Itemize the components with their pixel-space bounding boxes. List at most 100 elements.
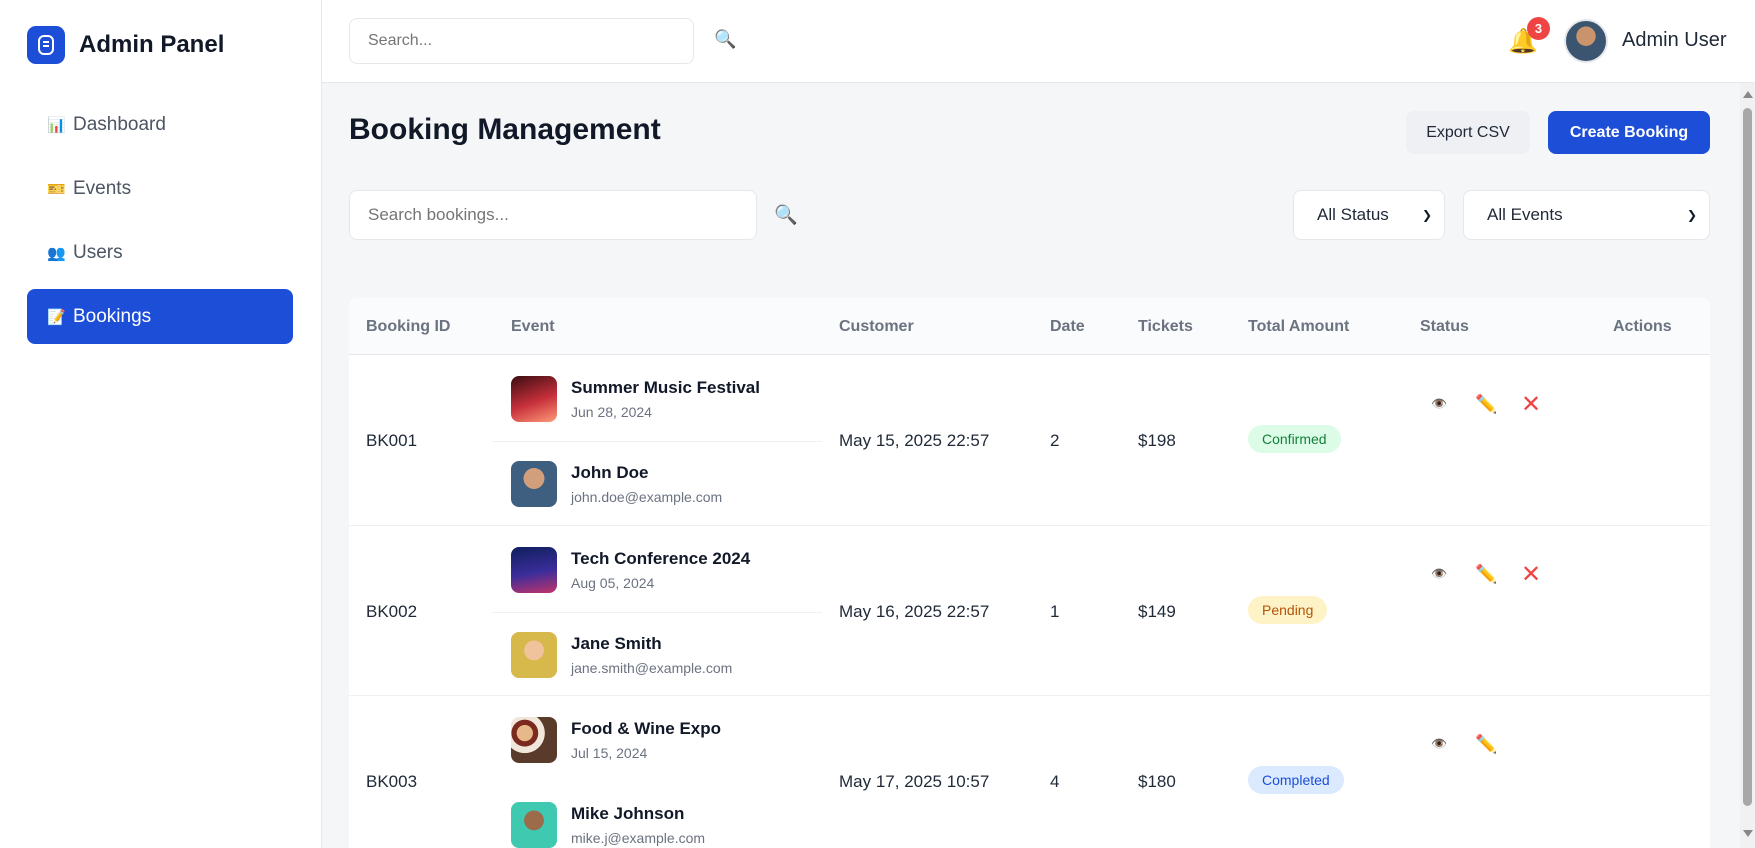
booking-date: May 15, 2025 22:57 — [839, 431, 990, 450]
sidebar-item-label: Dashboard — [73, 113, 166, 135]
ticket-count: 4 — [1050, 772, 1060, 791]
col-event[interactable]: Event — [511, 318, 555, 336]
scroll-up-arrow-icon[interactable] — [1743, 91, 1753, 98]
avatar[interactable] — [1564, 19, 1608, 63]
bar-chart-icon: 📊 — [47, 116, 66, 134]
divider — [492, 612, 822, 613]
notification-badge: 3 — [1527, 17, 1550, 40]
sidebar-item-users[interactable]: 👥 Users — [27, 225, 293, 280]
customer-name: Mike Johnson — [571, 804, 685, 823]
total-amount: $198 — [1138, 431, 1176, 450]
status-filter-select[interactable]: All Status ❯ — [1293, 190, 1445, 240]
scrollbar-thumb[interactable] — [1743, 108, 1752, 806]
ticket-count: 1 — [1050, 602, 1060, 621]
avatar — [511, 802, 557, 848]
sidebar: Admin Panel 📊 Dashboard 🎫 Events 👥 Users… — [0, 0, 322, 848]
eye-icon[interactable]: 👁️ — [1431, 396, 1447, 412]
customer-name: Jane Smith — [571, 634, 662, 653]
table-row[interactable]: BK002 Tech Conference 2024 Aug 05, 2024 … — [349, 526, 1710, 696]
chevron-down-icon: ❯ — [1686, 208, 1697, 222]
customer-info: John Doe john.doe@example.com — [511, 461, 722, 507]
topbar: 🔍 🔔 3 Admin User — [322, 0, 1755, 83]
pencil-icon[interactable]: ✏️ — [1475, 564, 1497, 585]
create-booking-button[interactable]: Create Booking — [1548, 111, 1710, 154]
export-csv-button[interactable]: Export CSV — [1406, 111, 1530, 154]
event-filter-value: All Events — [1487, 205, 1563, 224]
user-name[interactable]: Admin User — [1622, 29, 1726, 52]
global-search-input[interactable] — [349, 18, 694, 64]
col-date[interactable]: Date — [1050, 318, 1085, 336]
brand[interactable]: Admin Panel — [27, 26, 224, 64]
event-date: Jun 28, 2024 — [571, 404, 652, 420]
users-icon: 👥 — [47, 244, 66, 262]
search-icon[interactable]: 🔍 — [774, 203, 798, 227]
booking-date: May 17, 2025 10:57 — [839, 772, 990, 791]
customer-info: Mike Johnson mike.j@example.com — [511, 802, 705, 848]
customer-name: John Doe — [571, 463, 649, 482]
sidebar-nav: 📊 Dashboard 🎫 Events 👥 Users 📝 Bookings — [27, 97, 293, 353]
pencil-icon[interactable]: ✏️ — [1475, 394, 1497, 415]
sidebar-item-bookings[interactable]: 📝 Bookings — [27, 289, 293, 344]
document-icon: 📝 — [47, 308, 66, 326]
scrollbar[interactable] — [1740, 83, 1755, 848]
avatar — [511, 632, 557, 678]
sidebar-item-dashboard[interactable]: 📊 Dashboard — [27, 97, 293, 152]
status-badge: Completed — [1248, 766, 1344, 794]
ticket-icon: 🎫 — [47, 180, 66, 198]
event-name: Tech Conference 2024 — [571, 549, 751, 568]
event-date: Aug 05, 2024 — [571, 575, 655, 591]
booking-id: BK001 — [366, 431, 418, 450]
status-filter-value: All Status — [1317, 205, 1389, 224]
pencil-icon[interactable]: ✏️ — [1475, 734, 1497, 755]
event-info: Tech Conference 2024 Aug 05, 2024 — [511, 547, 750, 593]
event-name: Food & Wine Expo — [571, 719, 722, 738]
col-status[interactable]: Status — [1420, 318, 1469, 336]
booking-id: BK003 — [366, 772, 418, 791]
col-customer[interactable]: Customer — [839, 318, 914, 336]
table-header: Booking ID Event Customer Date Tickets T… — [349, 298, 1710, 355]
scroll-down-arrow-icon[interactable] — [1743, 830, 1753, 837]
main-content: Booking Management Export CSV Create Boo… — [322, 83, 1740, 848]
event-thumbnail — [511, 376, 557, 422]
event-thumbnail — [511, 717, 557, 763]
col-booking-id[interactable]: Booking ID — [366, 318, 450, 336]
x-icon[interactable]: ✕ — [1521, 390, 1541, 419]
event-info: Food & Wine Expo Jul 15, 2024 — [511, 717, 721, 763]
bookings-search-input[interactable] — [349, 190, 757, 240]
sidebar-item-label: Events — [73, 177, 132, 199]
booking-id: BK002 — [366, 602, 418, 621]
eye-icon[interactable]: 👁️ — [1431, 566, 1447, 582]
event-filter-select[interactable]: All Events ❯ — [1463, 190, 1710, 240]
sidebar-item-events[interactable]: 🎫 Events — [27, 161, 293, 216]
col-total-amount[interactable]: Total Amount — [1248, 318, 1349, 336]
sidebar-item-label: Bookings — [73, 305, 152, 327]
event-thumbnail — [511, 547, 557, 593]
customer-email: john.doe@example.com — [571, 489, 723, 505]
ticket-count: 2 — [1050, 431, 1060, 450]
event-info: Summer Music Festival Jun 28, 2024 — [511, 376, 760, 422]
col-tickets[interactable]: Tickets — [1138, 318, 1193, 336]
booking-date: May 16, 2025 22:57 — [839, 602, 990, 621]
total-amount: $149 — [1138, 602, 1176, 621]
chevron-down-icon: ❯ — [1421, 208, 1432, 222]
sidebar-item-label: Users — [73, 241, 123, 263]
divider — [492, 441, 822, 442]
status-badge: Pending — [1248, 596, 1328, 624]
brand-logo-icon — [27, 26, 65, 64]
table-row[interactable]: BK003 Food & Wine Expo Jul 15, 2024 Mike… — [349, 696, 1710, 848]
event-date: Jul 15, 2024 — [571, 745, 648, 761]
event-name: Summer Music Festival — [571, 378, 760, 397]
brand-title: Admin Panel — [79, 31, 225, 58]
search-icon[interactable]: 🔍 — [714, 29, 736, 50]
x-icon[interactable]: ✕ — [1521, 560, 1541, 589]
eye-icon[interactable]: 👁️ — [1431, 736, 1447, 752]
col-actions: Actions — [1613, 318, 1672, 335]
customer-email: jane.smith@example.com — [571, 660, 733, 676]
customer-info: Jane Smith jane.smith@example.com — [511, 632, 732, 678]
avatar — [511, 461, 557, 507]
status-badge: Confirmed — [1248, 425, 1341, 453]
total-amount: $180 — [1138, 772, 1176, 791]
table-row[interactable]: BK001 Summer Music Festival Jun 28, 2024… — [349, 356, 1710, 526]
bookings-table: Booking ID Event Customer Date Tickets T… — [349, 298, 1710, 848]
page-title: Booking Management — [349, 113, 661, 146]
